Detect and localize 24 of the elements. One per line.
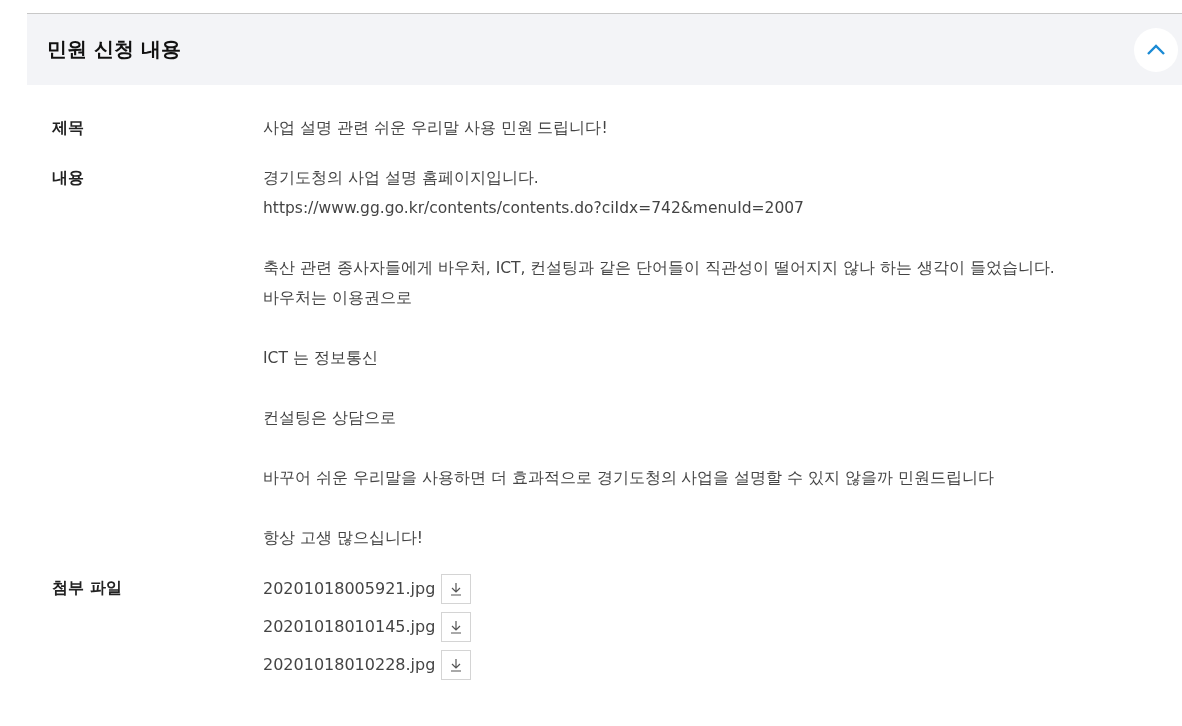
collapse-button[interactable]	[1134, 27, 1178, 72]
download-button[interactable]	[441, 612, 472, 642]
download-icon	[450, 658, 463, 672]
content-line: 항상 고생 많으십니다!	[263, 528, 425, 549]
content-line: 바우처는 이용권으로	[263, 288, 413, 309]
field-label: 내용	[52, 167, 85, 189]
download-icon	[450, 620, 463, 634]
file-name: 20201018010228.jpg	[263, 654, 436, 676]
content-line: 사업 설명 관련 쉬운 우리말 사용 민원 드립니다!	[263, 118, 608, 139]
file-name: 20201018005921.jpg	[263, 578, 436, 600]
file-name: 20201018010145.jpg	[263, 616, 436, 638]
chevron-up-icon	[1146, 43, 1166, 56]
download-icon	[450, 582, 463, 596]
content-line: 바꾸어 쉬운 우리말을 사용하면 더 효과적으로 경기도청의 사업을 설명할 수 있지 않을까 민원드립니다	[263, 468, 996, 489]
download-button[interactable]	[441, 650, 472, 680]
download-button[interactable]	[441, 574, 472, 604]
field-label: 제목	[52, 117, 85, 139]
content-line: https://www.gg.go.kr/contents/contents.do?ciIdx=742&menuId=2007	[263, 198, 805, 219]
content-line: 컨설팅은 상담으로	[263, 408, 397, 429]
content-line: ICT 는 정보통신	[263, 348, 379, 369]
field-label: 첨부 파일	[52, 577, 123, 599]
content-line: 경기도청의 사업 설명 홈페이지입니다.	[263, 168, 540, 189]
content-line: 축산 관련 종사자들에게 바우처, ICT, 컨설팅과 같은 단어들이 직관성이 떨어지지 않나 하는 생각이 들었습니다.	[263, 258, 1055, 279]
section-title: 민원 신청 내용	[47, 36, 181, 63]
